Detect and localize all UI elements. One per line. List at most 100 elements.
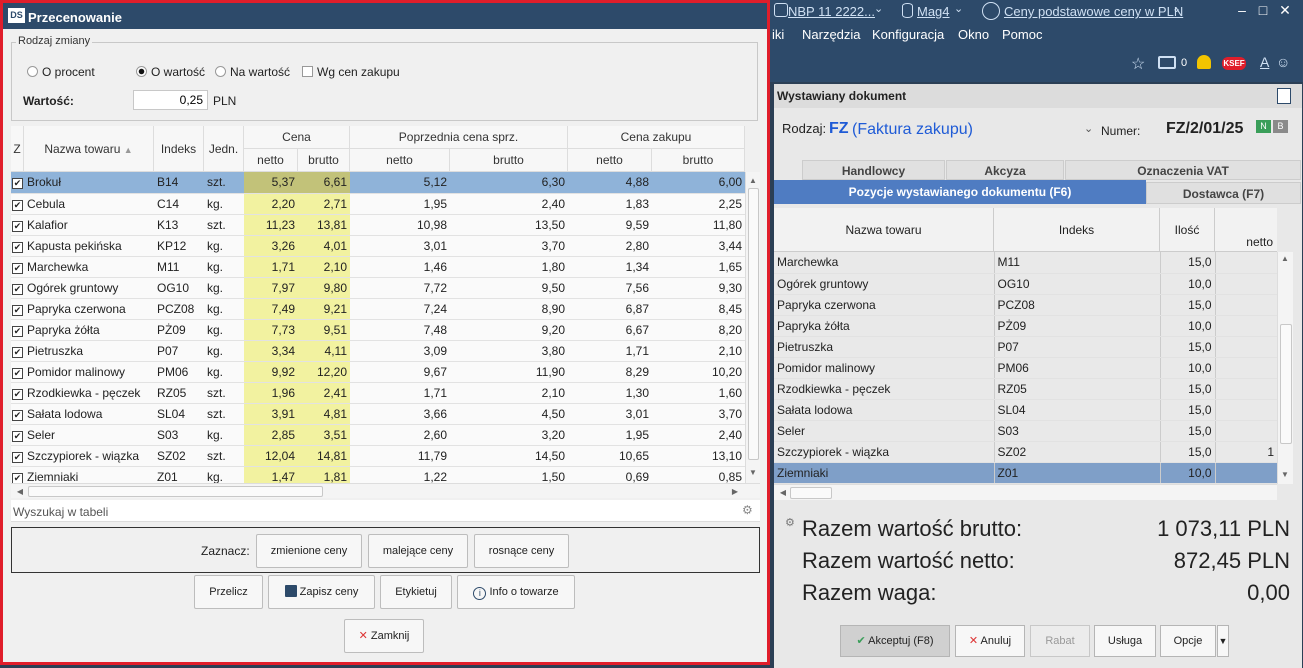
scroll-down-icon[interactable]: ▼ bbox=[1278, 470, 1292, 479]
scroll-up-icon[interactable]: ▲ bbox=[746, 176, 760, 185]
checkmark-icon[interactable]: ✔ bbox=[12, 430, 23, 442]
document-icon[interactable] bbox=[1277, 88, 1291, 104]
checkmark-icon[interactable]: ✔ bbox=[12, 346, 23, 358]
col-header-purchase-brutto[interactable]: brutto bbox=[652, 149, 745, 172]
table-row[interactable]: ✔ Brokuł B14 szt. 5,37 6,61 5,12 6,30 4,88 6,00 bbox=[11, 172, 745, 194]
scroll-thumb[interactable] bbox=[1280, 324, 1292, 444]
cell-price-brutto[interactable]: 9,80 bbox=[298, 277, 350, 299]
table-row[interactable]: ✔ Ziemniaki Z01 kg. 1,47 1,81 1,22 1,50 0,69 0,85 bbox=[11, 466, 745, 483]
col-header-netto[interactable]: netto bbox=[1215, 232, 1277, 252]
tab-handlowcy[interactable]: Handlowcy bbox=[802, 160, 945, 180]
scroll-thumb[interactable] bbox=[748, 188, 759, 460]
checkmark-icon[interactable]: ✔ bbox=[12, 241, 23, 253]
checkmark-icon[interactable]: ✔ bbox=[12, 304, 23, 316]
cell-price-netto[interactable]: 5,37 bbox=[244, 172, 298, 194]
table-row[interactable]: ✔ Marchewka M11 kg. 1,71 2,10 1,46 1,80 1,34 1,65 bbox=[11, 256, 745, 278]
cell-price-brutto[interactable]: 3,51 bbox=[298, 424, 350, 446]
col-header-price-netto[interactable]: netto bbox=[244, 149, 298, 172]
table-row[interactable]: ✔ Szczypiorek - wiązka SZ02 szt. 12,04 14,81 1… bbox=[11, 445, 745, 467]
row-checkbox[interactable]: ✔ bbox=[11, 424, 24, 446]
checkmark-icon[interactable]: ✔ bbox=[12, 262, 23, 274]
table-row[interactable]: Pietruszka P07 15,0 bbox=[774, 336, 1277, 358]
monitor-icon[interactable] bbox=[1158, 56, 1176, 69]
warehouse-selector[interactable]: Mag4 bbox=[917, 4, 950, 19]
row-checkbox[interactable]: ✔ bbox=[11, 466, 24, 483]
hscroll-thumb[interactable] bbox=[28, 486, 323, 497]
menu-item-window[interactable]: Okno bbox=[958, 27, 989, 42]
chevron-down-icon[interactable]: ⌄ bbox=[954, 2, 963, 15]
cell-price-brutto[interactable]: 13,81 bbox=[298, 214, 350, 236]
options-button[interactable]: Opcje bbox=[1160, 625, 1216, 657]
table-row[interactable]: ✔ Pietruszka P07 kg. 3,34 4,11 3,09 3,80 1,71 2,1… bbox=[11, 340, 745, 362]
save-prices-button[interactable]: Zapisz ceny bbox=[268, 575, 375, 609]
tab-positions[interactable]: Pozycje wystawianego dokumentu (F6) bbox=[774, 180, 1146, 204]
menu-item-help[interactable]: Pomoc bbox=[1002, 27, 1042, 42]
menu-item-tools[interactable]: Narzędzia bbox=[802, 27, 861, 42]
tab-akcyza[interactable]: Akcyza bbox=[946, 160, 1064, 180]
doc-type-chevron-icon[interactable]: ⌄ bbox=[1084, 122, 1093, 135]
cell-price-brutto[interactable]: 12,20 bbox=[298, 361, 350, 383]
user-icon[interactable]: ☺ bbox=[1276, 54, 1290, 70]
cell-price-netto[interactable]: 7,97 bbox=[244, 277, 298, 299]
cell-price-brutto[interactable]: 9,21 bbox=[298, 298, 350, 320]
col-header-purchase-netto[interactable]: netto bbox=[568, 149, 652, 172]
table-row[interactable]: Szczypiorek - wiązka SZ02 15,0 1 bbox=[774, 441, 1277, 463]
row-checkbox[interactable]: ✔ bbox=[11, 277, 24, 299]
cell-price-brutto[interactable]: 2,71 bbox=[298, 193, 350, 215]
cell-price-brutto[interactable]: 9,51 bbox=[298, 319, 350, 341]
cell-price-netto[interactable]: 2,20 bbox=[244, 193, 298, 215]
col-header-unit[interactable]: Jedn. bbox=[204, 126, 244, 172]
cell-price-netto[interactable]: 1,96 bbox=[244, 382, 298, 404]
doc-type-code[interactable]: FZ bbox=[829, 120, 849, 138]
cell-price-brutto[interactable]: 1,81 bbox=[298, 466, 350, 483]
row-checkbox[interactable]: ✔ bbox=[11, 403, 24, 425]
select-decreasing-button[interactable]: malejące ceny bbox=[368, 534, 468, 568]
options-dropdown-icon[interactable]: ▼ bbox=[1217, 625, 1229, 657]
price-grid-hscroll[interactable]: ◀ ▶ bbox=[11, 483, 760, 498]
close-icon[interactable]: ✕ bbox=[1276, 2, 1294, 19]
table-row[interactable]: ✔ Papryka żółta PŻ09 kg. 7,73 9,51 7,48 9,20 6,6… bbox=[11, 319, 745, 341]
price-grid-vscroll[interactable]: ▲ ▼ bbox=[745, 172, 760, 483]
cell-price-netto[interactable]: 11,23 bbox=[244, 214, 298, 236]
checkmark-icon[interactable]: ✔ bbox=[12, 388, 23, 400]
table-search-input[interactable]: Wyszukaj w tabeli bbox=[13, 505, 108, 519]
checkmark-icon[interactable]: ✔ bbox=[12, 367, 23, 379]
checkmark-icon[interactable]: ✔ bbox=[12, 472, 23, 483]
table-row[interactable]: ✔ Ogórek gruntowy OG10 kg. 7,97 9,80 7,72 9,50 7… bbox=[11, 277, 745, 299]
table-row[interactable]: ✔ Kapusta pekińska KP12 kg. 3,26 4,01 3,01 3,70… bbox=[11, 235, 745, 257]
cell-price-netto[interactable]: 3,34 bbox=[244, 340, 298, 362]
close-button[interactable]: ✕ Zamknij bbox=[344, 619, 424, 653]
bell-icon[interactable] bbox=[1197, 55, 1211, 69]
table-row[interactable]: Marchewka M11 15,0 bbox=[774, 252, 1277, 274]
recalculate-button[interactable]: Przelicz bbox=[194, 575, 263, 609]
value-input[interactable] bbox=[133, 90, 208, 110]
col-header-prev-price[interactable]: Poprzednia cena sprz. bbox=[350, 126, 568, 149]
checkmark-icon[interactable]: ✔ bbox=[12, 451, 23, 463]
totals-gear-icon[interactable]: ⚙ bbox=[785, 516, 795, 529]
table-row[interactable]: ✔ Papryka czerwona PCZ08 kg. 7,49 9,21 7,24 8,9… bbox=[11, 298, 745, 320]
select-changed-button[interactable]: zmienione ceny bbox=[256, 534, 362, 568]
minimize-icon[interactable]: – bbox=[1233, 2, 1251, 18]
table-row[interactable]: ✔ Sałata lodowa SL04 szt. 3,91 4,81 3,66 4,50 3,… bbox=[11, 403, 745, 425]
row-checkbox[interactable]: ✔ bbox=[11, 319, 24, 341]
table-search-bar[interactable]: Wyszukaj w tabeli ⚙ bbox=[11, 500, 760, 522]
cell-price-netto[interactable]: 9,92 bbox=[244, 361, 298, 383]
cell-price-netto[interactable]: 7,73 bbox=[244, 319, 298, 341]
row-checkbox[interactable]: ✔ bbox=[11, 172, 24, 194]
positions-vscroll[interactable]: ▲ ▼ bbox=[1277, 252, 1293, 484]
table-row[interactable]: Ziemniaki Z01 10,0 bbox=[774, 462, 1277, 484]
scroll-down-icon[interactable]: ▼ bbox=[746, 468, 760, 477]
hscroll-thumb[interactable] bbox=[790, 487, 832, 499]
table-row[interactable]: Ogórek gruntowy OG10 10,0 bbox=[774, 273, 1277, 295]
row-checkbox[interactable]: ✔ bbox=[11, 256, 24, 278]
cell-price-brutto[interactable]: 6,61 bbox=[298, 172, 350, 194]
option-by-purchase[interactable]: Wg cen zakupu bbox=[302, 65, 400, 79]
cell-price-netto[interactable]: 3,91 bbox=[244, 403, 298, 425]
tab-vat[interactable]: Oznaczenia VAT bbox=[1065, 160, 1301, 180]
accept-button[interactable]: ✔ Akceptuj (F8) bbox=[840, 625, 950, 657]
star-icon[interactable]: ☆ bbox=[1131, 54, 1145, 74]
col-header-name[interactable]: Nazwa towaru ▲ bbox=[24, 126, 154, 172]
table-row[interactable]: Sałata lodowa SL04 15,0 bbox=[774, 399, 1277, 421]
table-row[interactable]: ✔ Pomidor malinowy PM06 kg. 9,92 12,20 9,67 11,… bbox=[11, 361, 745, 383]
row-checkbox[interactable]: ✔ bbox=[11, 214, 24, 236]
